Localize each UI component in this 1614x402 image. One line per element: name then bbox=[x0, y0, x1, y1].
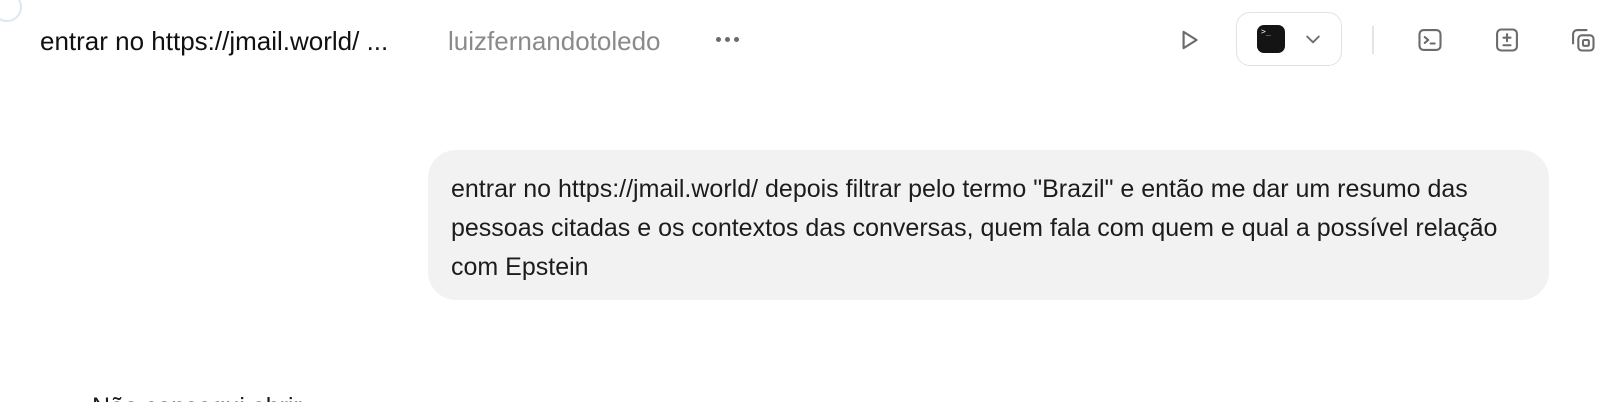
terminal-app-icon bbox=[1257, 25, 1285, 53]
terminal-prompt-icon[interactable] bbox=[1410, 20, 1450, 60]
user-message-text: entrar no https://jmail.world/ depois fi… bbox=[451, 175, 1505, 281]
terminal-app-dropdown[interactable] bbox=[1236, 12, 1342, 66]
copy-window-icon[interactable] bbox=[1563, 20, 1603, 60]
plus-minus-icon[interactable] bbox=[1487, 20, 1527, 60]
toolbar-divider bbox=[1372, 26, 1374, 54]
assistant-response-text: Não consegui abrir ... bbox=[92, 392, 330, 402]
chat-window: entrar no https://jmail.world/ ... luizf… bbox=[0, 0, 1614, 402]
project-name[interactable]: luizfernandotoledo bbox=[448, 26, 661, 56]
user-message-bubble: entrar no https://jmail.world/ depois fi… bbox=[428, 150, 1549, 300]
play-icon[interactable] bbox=[1169, 20, 1209, 60]
header-bar: entrar no https://jmail.world/ ... luizf… bbox=[0, 0, 1614, 82]
more-options-icon[interactable] bbox=[710, 22, 744, 56]
chevron-down-icon bbox=[1306, 35, 1320, 44]
thread-title[interactable]: entrar no https://jmail.world/ ... bbox=[40, 26, 388, 56]
